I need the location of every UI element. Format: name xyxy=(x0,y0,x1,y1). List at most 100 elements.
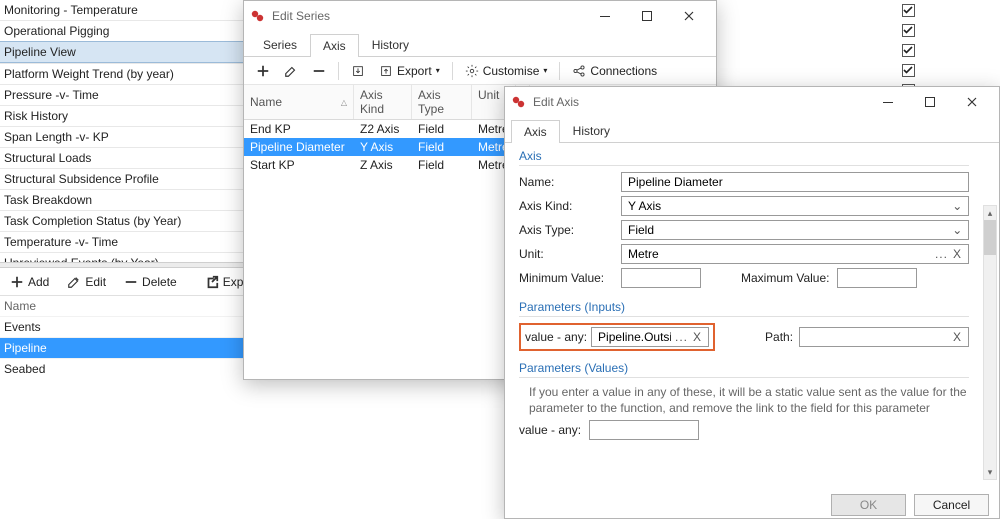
add-button[interactable] xyxy=(252,62,274,80)
export-button[interactable]: Export ▾ xyxy=(375,62,444,80)
left-list-item[interactable]: Operational Pigging xyxy=(0,20,262,41)
close-button[interactable] xyxy=(668,2,710,30)
edit-label: Edit xyxy=(85,275,106,289)
minimize-button[interactable] xyxy=(867,88,909,116)
left-list-item[interactable]: Monitoring - Temperature xyxy=(0,0,262,20)
gear-icon xyxy=(465,64,479,78)
left-list-item[interactable]: Pipeline View xyxy=(0,41,262,63)
lower-list-header[interactable]: Name xyxy=(0,296,262,317)
tab-axis[interactable]: Axis xyxy=(511,120,560,143)
left-pane: Monitoring - TemperatureOperational Pigg… xyxy=(0,0,262,262)
scroll-up-icon[interactable]: ▴ xyxy=(984,206,996,220)
add-label: Add xyxy=(28,275,49,289)
ok-button[interactable]: OK xyxy=(831,494,906,516)
checkbox[interactable] xyxy=(902,4,915,17)
connections-button[interactable]: Connections xyxy=(568,62,661,80)
unit-input[interactable]: ...X xyxy=(621,244,969,264)
min-label: Minimum Value: xyxy=(519,271,621,285)
minimize-icon xyxy=(883,97,893,107)
scroll-thumb[interactable] xyxy=(984,220,996,255)
path-input[interactable]: X xyxy=(799,327,969,347)
name-input[interactable] xyxy=(621,172,969,192)
unit-label: Unit: xyxy=(519,247,621,261)
cell: Field xyxy=(412,120,472,138)
section-params-inputs: Parameters (Inputs) xyxy=(519,300,969,314)
toolbar-separator xyxy=(338,62,339,80)
maximize-button[interactable] xyxy=(909,88,951,116)
titlebar[interactable]: Edit Series xyxy=(244,1,716,31)
cell: Y Axis xyxy=(354,138,412,156)
maximize-icon xyxy=(642,11,652,21)
axistype-select[interactable]: ⌄ xyxy=(621,220,969,240)
left-list-item[interactable]: Task Breakdown xyxy=(0,189,262,210)
lower-list-item[interactable]: Events xyxy=(0,316,262,337)
chevron-down-icon[interactable]: ⌄ xyxy=(951,223,964,237)
left-list-item[interactable]: Platform Weight Trend (by year) xyxy=(0,63,262,84)
share-icon xyxy=(572,64,586,78)
scroll-down-icon[interactable]: ▾ xyxy=(984,465,996,479)
left-list-item[interactable]: Unreviewed Events (by Year) xyxy=(0,252,262,262)
scrollbar[interactable]: ▴ ▾ xyxy=(983,205,997,480)
checkbox[interactable] xyxy=(902,24,915,37)
check-icon xyxy=(903,5,913,15)
left-list-item[interactable]: Temperature -v- Time xyxy=(0,231,262,252)
maximize-button[interactable] xyxy=(626,2,668,30)
cell: Pipeline Diameter xyxy=(244,138,354,156)
edit-button[interactable] xyxy=(280,62,302,80)
left-list-item[interactable]: Task Completion Status (by Year) xyxy=(0,210,262,231)
tab-series[interactable]: Series xyxy=(250,33,310,56)
checkbox[interactable] xyxy=(902,44,915,57)
check-icon xyxy=(903,25,913,35)
axiskind-select[interactable]: ⌄ xyxy=(621,196,969,216)
max-input[interactable] xyxy=(837,268,917,288)
col-axis-type[interactable]: Axis Type xyxy=(412,85,472,119)
checkbox[interactable] xyxy=(902,64,915,77)
edit-axis-window: Edit Axis AxisHistory ▴ ▾ Axis Name: A xyxy=(504,86,1000,519)
tab-history[interactable]: History xyxy=(359,33,422,56)
lower-list-item[interactable]: Seabed xyxy=(0,358,262,379)
series-toolbar: Export ▾ Customise ▾ Connections xyxy=(244,57,716,85)
cell: Z Axis xyxy=(354,156,412,174)
col-name[interactable]: Name△ xyxy=(244,85,354,119)
ellipsis-icon[interactable]: ... xyxy=(933,247,950,261)
cell: End KP xyxy=(244,120,354,138)
ellipsis-icon[interactable]: ... xyxy=(673,330,690,344)
export-icon xyxy=(379,64,393,78)
close-button[interactable] xyxy=(951,88,993,116)
delete-button[interactable]: Delete xyxy=(120,273,181,291)
minimize-button[interactable] xyxy=(584,2,626,30)
clear-icon[interactable]: X xyxy=(950,247,964,261)
add-button[interactable]: Add xyxy=(6,273,53,291)
check-icon xyxy=(903,45,913,55)
value-any2-input[interactable] xyxy=(589,420,699,440)
delete-button[interactable] xyxy=(308,62,330,80)
min-input[interactable] xyxy=(621,268,701,288)
value-any2-label: value - any: xyxy=(519,423,589,437)
close-icon xyxy=(684,11,694,21)
tab-axis[interactable]: Axis xyxy=(310,34,359,57)
lower-list-item[interactable]: Pipeline xyxy=(0,337,262,358)
clear-icon[interactable]: X xyxy=(690,330,704,344)
chevron-down-icon[interactable]: ⌄ xyxy=(951,199,964,213)
pencil-icon xyxy=(284,64,298,78)
left-list-item[interactable]: Risk History xyxy=(0,105,262,126)
left-list-item[interactable]: Pressure -v- Time xyxy=(0,84,262,105)
value-any-input[interactable]: ...X xyxy=(591,327,709,347)
clear-icon[interactable]: X xyxy=(950,330,964,344)
import-button[interactable] xyxy=(347,62,369,80)
left-list-item[interactable]: Structural Subsidence Profile xyxy=(0,168,262,189)
col-axis-kind[interactable]: Axis Kind xyxy=(354,85,412,119)
cell: Field xyxy=(412,156,472,174)
customise-button[interactable]: Customise ▾ xyxy=(461,62,552,80)
tab-history[interactable]: History xyxy=(560,119,623,142)
titlebar[interactable]: Edit Axis xyxy=(505,87,999,117)
path-label: Path: xyxy=(765,330,793,344)
section-divider xyxy=(519,377,969,378)
left-list-item[interactable]: Structural Loads xyxy=(0,147,262,168)
left-list-item[interactable]: Span Length -v- KP xyxy=(0,126,262,147)
toolbar-separator xyxy=(452,62,453,80)
cancel-button[interactable]: Cancel xyxy=(914,494,989,516)
edit-button[interactable]: Edit xyxy=(63,273,110,291)
series-tabs: SeriesAxisHistory xyxy=(244,31,716,57)
params-help-text: If you enter a value in any of these, it… xyxy=(519,384,969,416)
